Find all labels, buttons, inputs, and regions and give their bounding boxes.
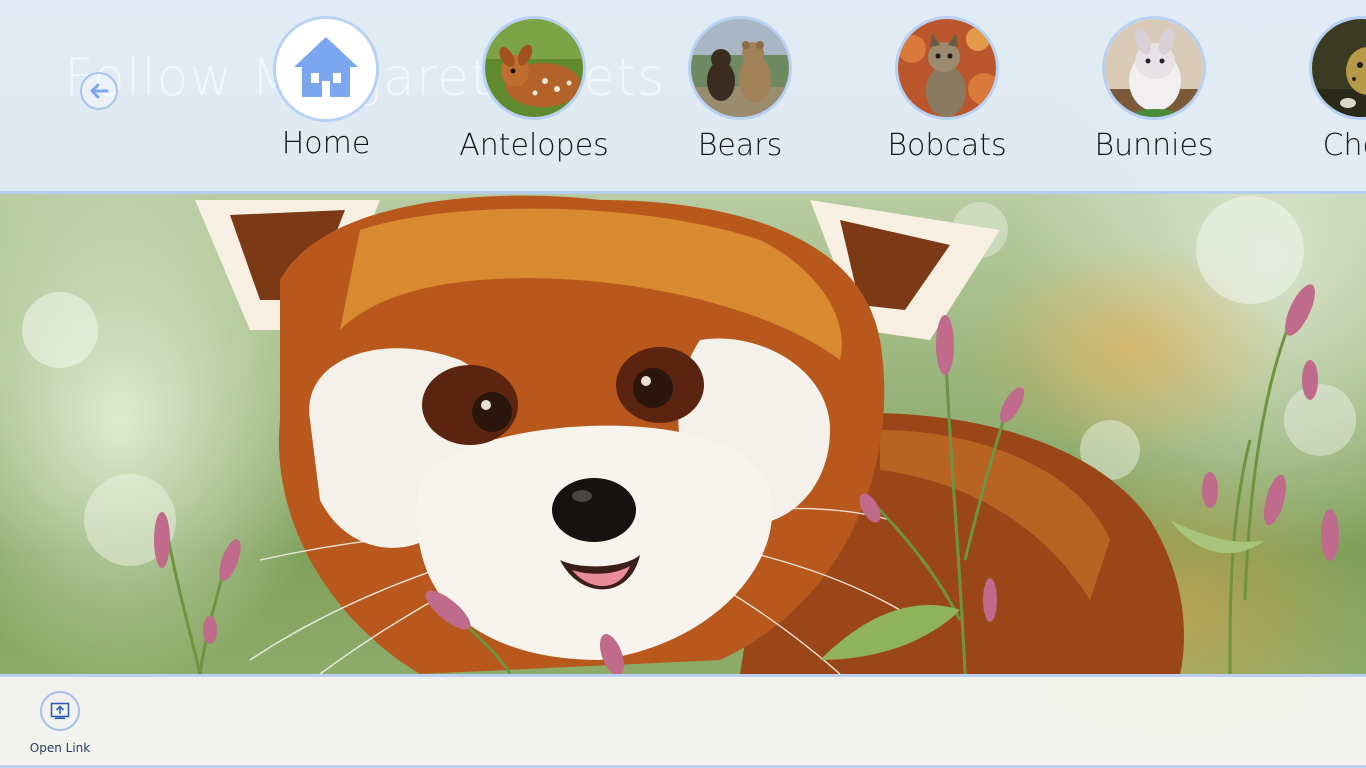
- open-link-icon: [50, 702, 70, 720]
- nav-item-cheetahs[interactable]: Chee: [1266, 16, 1366, 176]
- nav-circle-bears: [688, 16, 792, 120]
- open-link-circle: [40, 691, 80, 731]
- top-navigation-bar: Follow Margaret's Pets Home Antelopes Be…: [0, 0, 1366, 194]
- nav-item-antelopes[interactable]: Antelopes: [439, 16, 629, 176]
- nav-label-bobcats: Bobcats: [887, 128, 1007, 163]
- bunny-thumbnail: [1105, 19, 1203, 117]
- nav-label-bears: Bears: [697, 128, 783, 163]
- nav-item-bears[interactable]: Bears: [645, 16, 835, 176]
- cheetah-thumbnail: [1312, 19, 1366, 117]
- open-link-button[interactable]: Open Link: [22, 691, 98, 755]
- nav-label-home: Home: [281, 126, 371, 161]
- nav-circle-bunnies: [1102, 16, 1206, 120]
- nav-circle-antelopes: [482, 16, 586, 120]
- bottom-app-bar: Open Link: [0, 674, 1366, 768]
- nav-item-home[interactable]: Home: [231, 16, 421, 176]
- nav-circle-cheetahs: [1309, 16, 1366, 120]
- back-button[interactable]: [80, 72, 118, 110]
- home-icon: [276, 19, 376, 119]
- nav-item-bunnies[interactable]: Bunnies: [1059, 16, 1249, 176]
- bobcat-thumbnail: [898, 19, 996, 117]
- nav-circle-bobcats: [895, 16, 999, 120]
- antelope-thumbnail: [485, 19, 583, 117]
- bears-thumbnail: [691, 19, 789, 117]
- nav-label-cheetahs: Chee: [1322, 128, 1366, 163]
- nav-item-bobcats[interactable]: Bobcats: [852, 16, 1042, 176]
- back-arrow-icon: [90, 83, 109, 99]
- open-link-label: Open Link: [29, 741, 91, 755]
- nav-circle-home: [273, 16, 379, 122]
- nav-label-bunnies: Bunnies: [1094, 128, 1214, 163]
- nav-label-antelopes: Antelopes: [459, 128, 609, 163]
